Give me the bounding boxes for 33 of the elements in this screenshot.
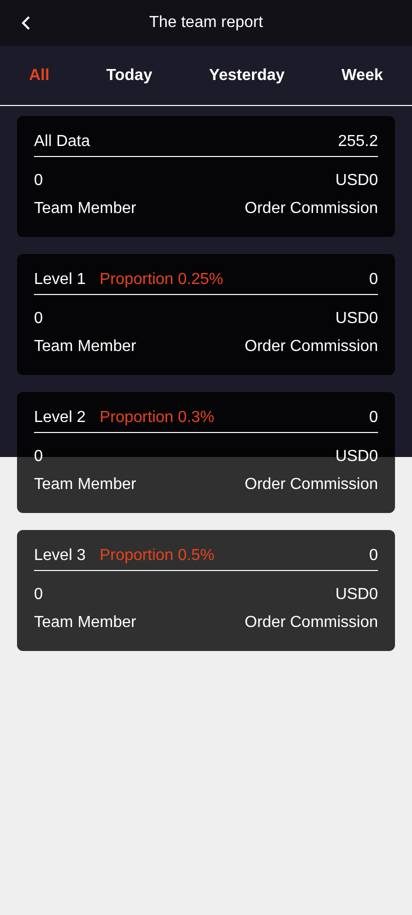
card-value: 0 bbox=[369, 546, 378, 566]
commission-label: Order Commission bbox=[244, 613, 378, 633]
card-title: Level 1 bbox=[34, 270, 86, 290]
commission-amount: USD0 bbox=[335, 171, 378, 191]
card-value: 255.2 bbox=[338, 132, 378, 152]
commission-label: Order Commission bbox=[244, 337, 378, 357]
member-count: 0 bbox=[34, 309, 43, 329]
card-title: Level 3 bbox=[34, 546, 86, 566]
commission-amount: USD0 bbox=[335, 309, 378, 329]
page-title: The team report bbox=[149, 13, 263, 33]
back-icon bbox=[21, 15, 31, 31]
member-label: Team Member bbox=[34, 199, 136, 219]
period-tab[interactable]: Yesterday bbox=[209, 64, 285, 88]
member-label: Team Member bbox=[34, 613, 136, 633]
commission-amount: USD0 bbox=[335, 585, 378, 605]
member-label: Team Member bbox=[34, 475, 136, 495]
period-tab[interactable]: Week bbox=[341, 64, 383, 88]
commission-label: Order Commission bbox=[244, 475, 378, 495]
period-tab[interactable]: All bbox=[29, 64, 50, 88]
card-title: Level 2 bbox=[34, 408, 86, 428]
member-count: 0 bbox=[34, 585, 43, 605]
period-tab[interactable]: Today bbox=[106, 64, 152, 88]
member-count: 0 bbox=[34, 171, 43, 191]
proportion-text: Proportion 0.3% bbox=[100, 408, 214, 428]
member-count: 0 bbox=[34, 447, 43, 467]
commission-label: Order Commission bbox=[244, 199, 378, 219]
card-value: 0 bbox=[369, 408, 378, 428]
commission-amount: USD0 bbox=[335, 447, 378, 467]
proportion-text: Proportion 0.5% bbox=[100, 546, 214, 566]
card-value: 0 bbox=[369, 270, 378, 290]
member-label: Team Member bbox=[34, 337, 136, 357]
card-title: All Data bbox=[34, 132, 90, 152]
proportion-text: Proportion 0.25% bbox=[100, 270, 224, 290]
